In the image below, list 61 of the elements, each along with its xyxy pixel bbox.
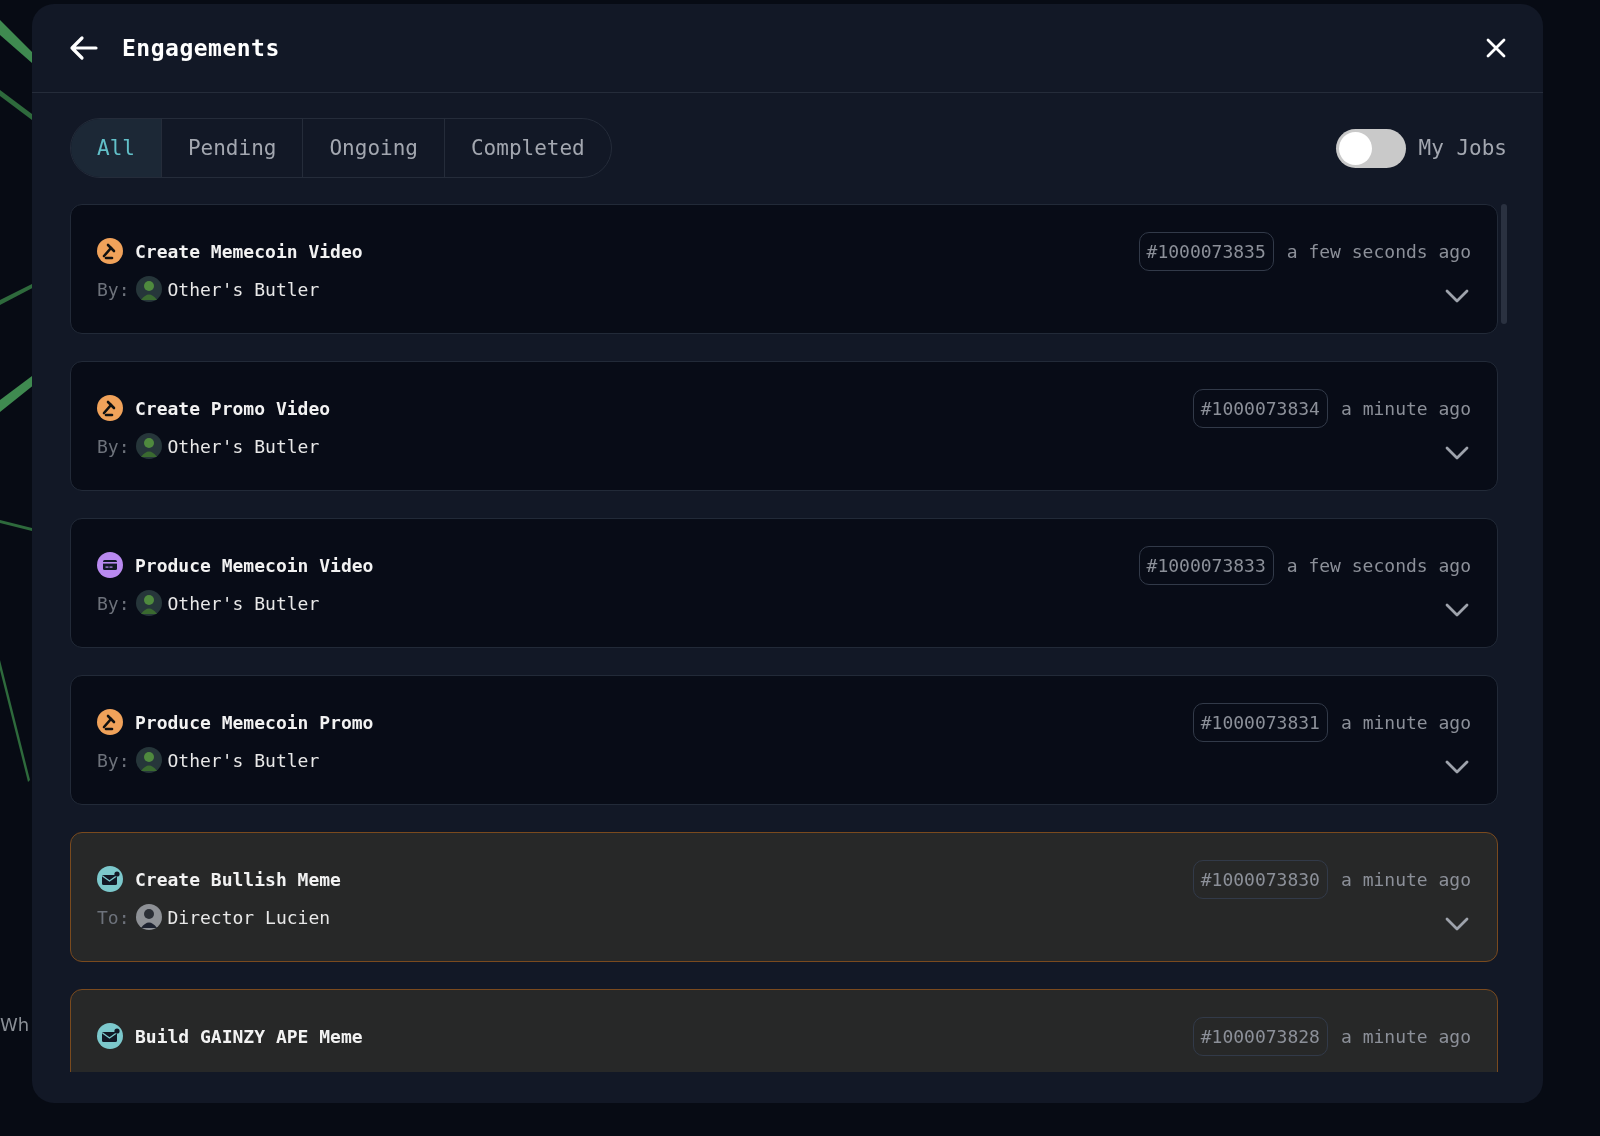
filter-tab[interactable]: Pending xyxy=(160,119,303,177)
party-name: Other's Butler xyxy=(167,592,320,614)
scrollbar[interactable] xyxy=(1501,204,1507,324)
avatar xyxy=(135,747,162,773)
party-name: Other's Butler xyxy=(167,749,320,771)
gavel-icon xyxy=(97,395,123,421)
party-name: Director Lucien xyxy=(167,906,331,928)
expand-chevron-icon[interactable] xyxy=(1445,446,1469,460)
party-label: To: xyxy=(97,906,130,928)
party-label: By: xyxy=(97,278,130,300)
engagement-card[interactable]: Create Promo Video By: Other's Butler #1000073834 a minute ago xyxy=(70,361,1498,491)
back-button[interactable] xyxy=(68,35,98,61)
job-id: #1000073833 xyxy=(1138,546,1274,585)
avatar xyxy=(135,276,162,302)
engagement-card[interactable]: Create Memecoin Video By: Other's Butler #1000073835 a few seconds ago xyxy=(70,204,1498,334)
expand-chevron-icon[interactable] xyxy=(1445,917,1469,931)
job-id: #1000073835 xyxy=(1138,232,1274,271)
engagement-title: Create Memecoin Video xyxy=(135,240,363,262)
engagement-title: Create Bullish Meme xyxy=(135,868,341,890)
gavel-icon xyxy=(97,238,123,264)
job-id: #1000073834 xyxy=(1192,389,1328,428)
mail-icon xyxy=(97,1023,123,1049)
expand-chevron-icon[interactable] xyxy=(1445,603,1469,617)
mail-icon xyxy=(97,866,123,892)
gavel-icon xyxy=(97,709,123,735)
toggle-label: My Jobs xyxy=(1418,136,1507,160)
my-jobs-toggle[interactable] xyxy=(1336,128,1407,168)
engagement-card[interactable]: Create Bullish Meme To: Director Lucien #1000073830 a minute ago xyxy=(70,832,1498,962)
engagement-title: Produce Memecoin Video xyxy=(135,554,374,576)
filter-tab[interactable]: Ongoing xyxy=(302,119,444,177)
job-id: #1000073831 xyxy=(1192,703,1328,742)
engagement-title: Produce Memecoin Promo xyxy=(135,711,374,733)
engagement-card[interactable]: Build GAINZY APE Meme #1000073828 a minute ago xyxy=(70,989,1498,1072)
filter-tab[interactable]: All xyxy=(71,119,161,177)
engagement-title: Create Promo Video xyxy=(135,397,331,419)
time-ago: a few seconds ago xyxy=(1286,555,1471,576)
avatar xyxy=(135,433,162,459)
party-name: Other's Butler xyxy=(167,435,320,457)
time-ago: a minute ago xyxy=(1340,712,1471,733)
card-icon xyxy=(97,552,123,578)
time-ago: a minute ago xyxy=(1340,1026,1471,1047)
avatar xyxy=(135,904,162,930)
job-id: #1000073830 xyxy=(1192,860,1328,899)
background-text: Wh xyxy=(0,1014,30,1035)
close-button[interactable] xyxy=(1485,37,1507,59)
time-ago: a minute ago xyxy=(1340,398,1471,419)
engagement-card[interactable]: Produce Memecoin Promo By: Other's Butler #1000073831 a minute ago xyxy=(70,675,1498,805)
engagement-card[interactable]: Produce Memecoin Video By: Other's Butler #1000073833 a few seconds ago xyxy=(70,518,1498,648)
expand-chevron-icon[interactable] xyxy=(1445,289,1469,303)
party-label: By: xyxy=(97,592,130,614)
time-ago: a few seconds ago xyxy=(1286,241,1471,262)
filter-tab[interactable]: Completed xyxy=(443,119,611,177)
avatar xyxy=(135,590,162,616)
window-title: Engagements xyxy=(122,35,281,61)
party-label: By: xyxy=(97,749,130,771)
expand-chevron-icon[interactable] xyxy=(1445,760,1469,774)
party-name: Other's Butler xyxy=(167,278,320,300)
party-label: By: xyxy=(97,435,130,457)
job-id: #1000073828 xyxy=(1192,1017,1328,1056)
time-ago: a minute ago xyxy=(1340,869,1471,890)
engagement-title: Build GAINZY APE Meme xyxy=(135,1025,363,1047)
